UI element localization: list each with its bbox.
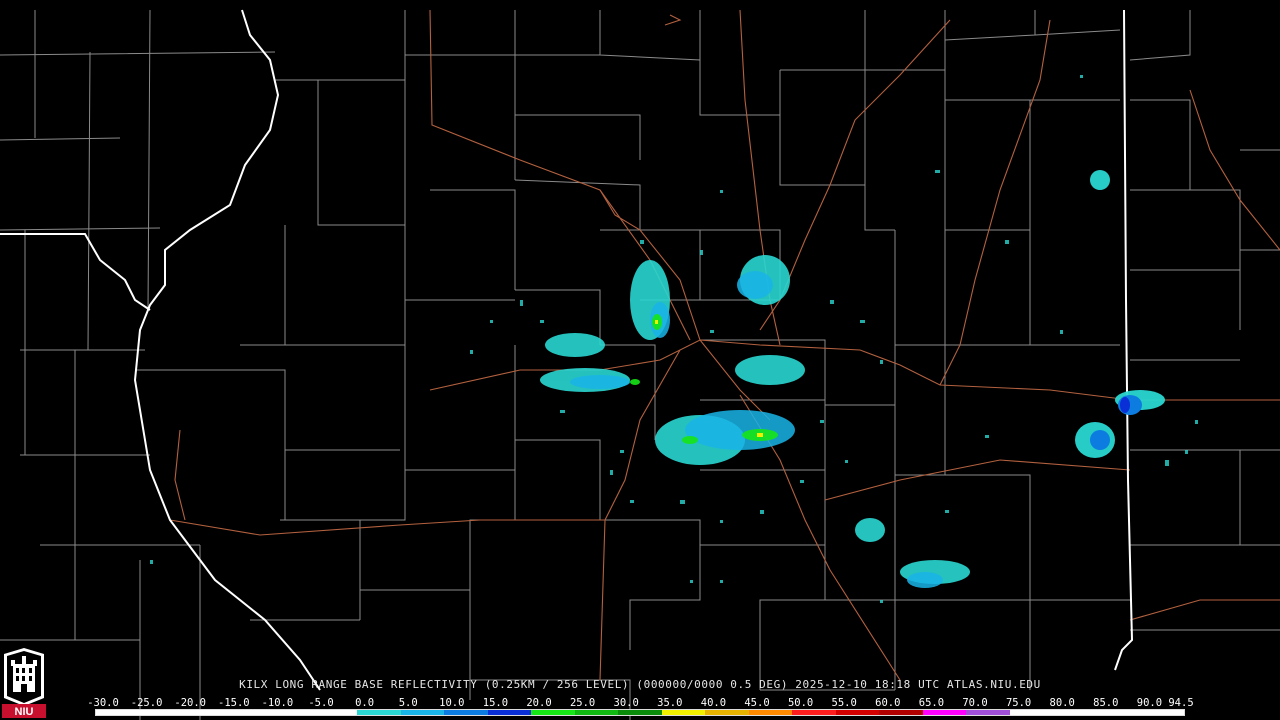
title-timestamp: 2025-12-10 18:18 UTC xyxy=(795,678,940,691)
scale-label: 15.0 xyxy=(482,697,509,709)
scale-label: -25.0 xyxy=(130,697,163,709)
scale-swatch xyxy=(1096,710,1141,715)
scale-label: 85.0 xyxy=(1093,697,1119,709)
scale-swatch xyxy=(748,710,793,715)
scale-swatch xyxy=(1140,710,1184,715)
scale-label: 5.0 xyxy=(398,697,418,709)
scale-label: 0.0 xyxy=(355,697,375,709)
scale-label: 75.0 xyxy=(1005,697,1032,709)
scale-swatch xyxy=(400,710,445,715)
scale-label: -20.0 xyxy=(174,697,206,709)
scale-swatch xyxy=(922,710,967,715)
scale-label: 50.0 xyxy=(787,697,814,709)
scale-swatch xyxy=(444,710,488,715)
scale-label: 25.0 xyxy=(569,697,596,709)
title-resolution: (0.25KM / 256 LEVEL) xyxy=(484,678,630,691)
product-title: KILX LONG RANGE BASE REFLECTIVITY (0.25K… xyxy=(0,677,1280,693)
scale-label: -5.0 xyxy=(308,697,334,709)
scale-swatch xyxy=(96,710,140,715)
scale-label: 35.0 xyxy=(657,697,683,709)
scale-label: 40.0 xyxy=(700,697,727,709)
scale-swatch xyxy=(618,710,662,715)
scale-swatch xyxy=(487,710,532,715)
scale-label: 65.0 xyxy=(918,697,945,709)
scale-label: 70.0 xyxy=(962,697,988,709)
scale-label: 80.0 xyxy=(1049,697,1075,709)
scale-label: 10.0 xyxy=(439,697,465,709)
scale-label: 45.0 xyxy=(744,697,770,709)
scale-swatch xyxy=(705,710,749,715)
map-background xyxy=(0,0,1280,720)
title-volume: (000000/0000 0.5 DEG) xyxy=(636,678,789,691)
scale-swatch xyxy=(183,710,227,715)
scale-swatch xyxy=(357,710,401,715)
scale-label: -15.0 xyxy=(217,697,250,709)
scale-swatch xyxy=(531,710,575,715)
color-scale-labels: -30.0 -25.0 -20.0 -15.0 -10.0 -5.0 0.0 5.0 10.0 1… xyxy=(87,697,1195,709)
scale-swatch xyxy=(792,710,836,715)
scale-label: 90.0 xyxy=(1136,697,1163,709)
scale-label: -10.0 xyxy=(261,697,294,709)
scale-swatch xyxy=(1009,710,1054,715)
niu-castle-logo-icon: NIU xyxy=(2,648,46,718)
scale-swatch xyxy=(139,710,184,715)
logo-text: NIU xyxy=(15,706,34,718)
radar-map xyxy=(0,0,1280,720)
scale-swatch xyxy=(270,710,314,715)
title-station: KILX xyxy=(239,678,268,691)
scale-swatch xyxy=(574,710,619,715)
scale-swatch xyxy=(835,710,880,715)
title-source: ATLAS.NIU.EDU xyxy=(946,678,1041,691)
color-scale-bar xyxy=(95,709,1185,716)
scale-label: 60.0 xyxy=(875,697,901,709)
scale-swatch xyxy=(966,710,1010,715)
title-product: LONG RANGE BASE REFLECTIVITY xyxy=(275,678,478,691)
scale-swatch xyxy=(313,710,358,715)
scale-swatch xyxy=(879,710,923,715)
scale-swatch xyxy=(1053,710,1097,715)
scale-label: 94.5 xyxy=(1168,697,1194,709)
scale-label: 30.0 xyxy=(613,697,639,709)
scale-label: 20.0 xyxy=(526,697,552,709)
scale-swatch xyxy=(226,710,271,715)
scale-label: -30.0 xyxy=(87,697,119,709)
scale-swatch xyxy=(661,710,706,715)
scale-label: 55.0 xyxy=(831,697,857,709)
